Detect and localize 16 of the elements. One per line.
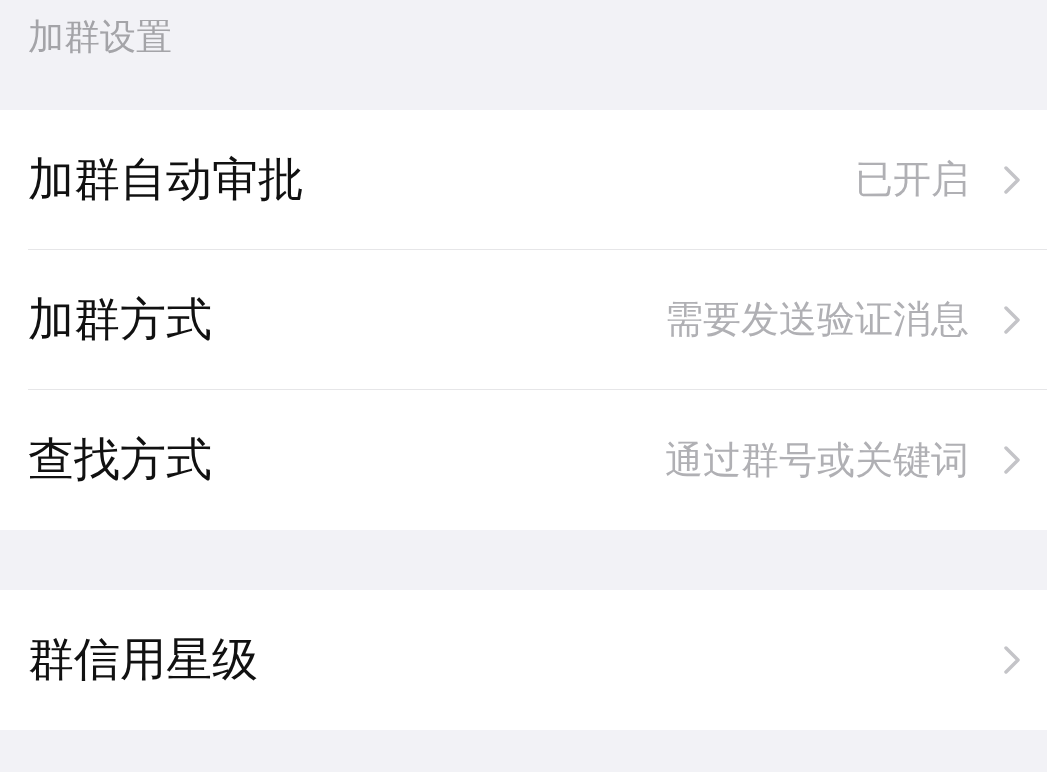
settings-row[interactable]: 加群方式 需要发送验证消息 [28, 250, 1047, 390]
row-value: 需要发送验证消息 [665, 296, 969, 343]
chevron-right-icon [1003, 445, 1021, 475]
chevron-right-icon [1003, 304, 1021, 335]
row-value: 通过群号或关键词 [665, 436, 969, 484]
settings-row[interactable]: 加群自动审批 已开启 [28, 110, 1047, 250]
row-label: 加群自动审批 [28, 150, 305, 208]
chevron-right-icon [1003, 645, 1021, 675]
row-label: 群信用星级 [28, 631, 259, 688]
settings-row[interactable]: 查找方式 通过群号或关键词 [28, 390, 1047, 530]
settings-row[interactable]: 群信用星级 [28, 590, 1047, 730]
row-label: 加群方式 [28, 290, 213, 348]
row-label: 查找方式 [28, 431, 213, 488]
section-header: 加群设置 [28, 14, 172, 59]
row-value: 已开启 [855, 156, 969, 203]
chevron-right-icon [1003, 164, 1021, 195]
